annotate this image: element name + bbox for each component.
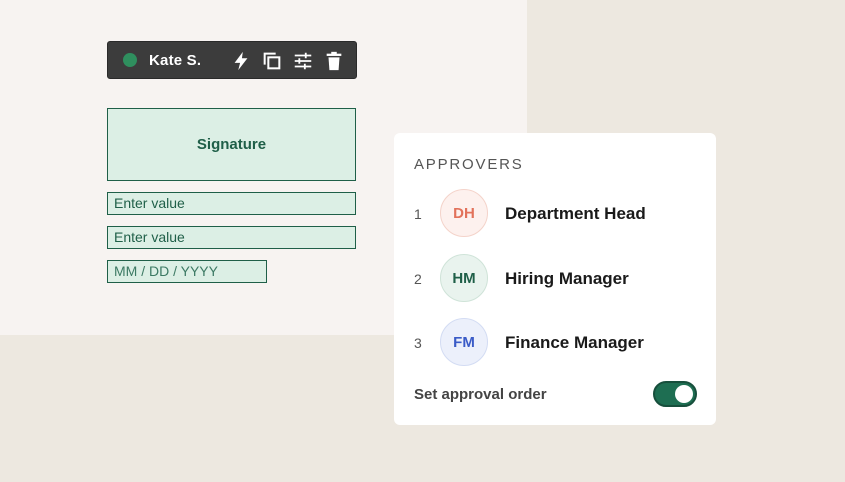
approvers-title: APPROVERS <box>414 156 524 173</box>
avatar-hm: HM <box>440 254 488 302</box>
approver-row-3[interactable]: 3 FM Finance Manager <box>394 318 716 370</box>
avatar-fm: FM <box>440 318 488 366</box>
signature-field[interactable]: Signature <box>107 108 356 181</box>
avatar-dh: DH <box>440 189 488 237</box>
field-toolbar: Kate S. <box>107 41 357 79</box>
approvers-card: APPROVERS 1 DH Department Head 2 HM Hiri… <box>394 133 716 425</box>
approver-row-1[interactable]: 1 DH Department Head <box>394 189 716 241</box>
settings-sliders-icon[interactable] <box>292 50 314 72</box>
toggle-knob <box>675 385 693 403</box>
text-field-1[interactable]: Enter value <box>107 192 356 215</box>
approval-order-toggle[interactable] <box>653 381 697 407</box>
text-field-2[interactable]: Enter value <box>107 226 356 249</box>
set-approval-order-label: Set approval order <box>414 386 547 403</box>
lightning-icon[interactable] <box>230 50 252 72</box>
assignee-color-dot <box>123 53 137 67</box>
approver-number: 2 <box>414 271 422 287</box>
approver-row-2[interactable]: 2 HM Hiring Manager <box>394 254 716 306</box>
approver-name: Department Head <box>505 204 646 223</box>
approver-number: 3 <box>414 335 422 351</box>
approver-number: 1 <box>414 206 422 222</box>
date-field[interactable]: MM / DD / YYYY <box>107 260 267 283</box>
assignee-name[interactable]: Kate S. <box>149 52 201 69</box>
approver-name: Finance Manager <box>505 333 644 352</box>
trash-icon[interactable] <box>323 50 345 72</box>
duplicate-icon[interactable] <box>261 50 283 72</box>
approver-name: Hiring Manager <box>505 269 629 288</box>
